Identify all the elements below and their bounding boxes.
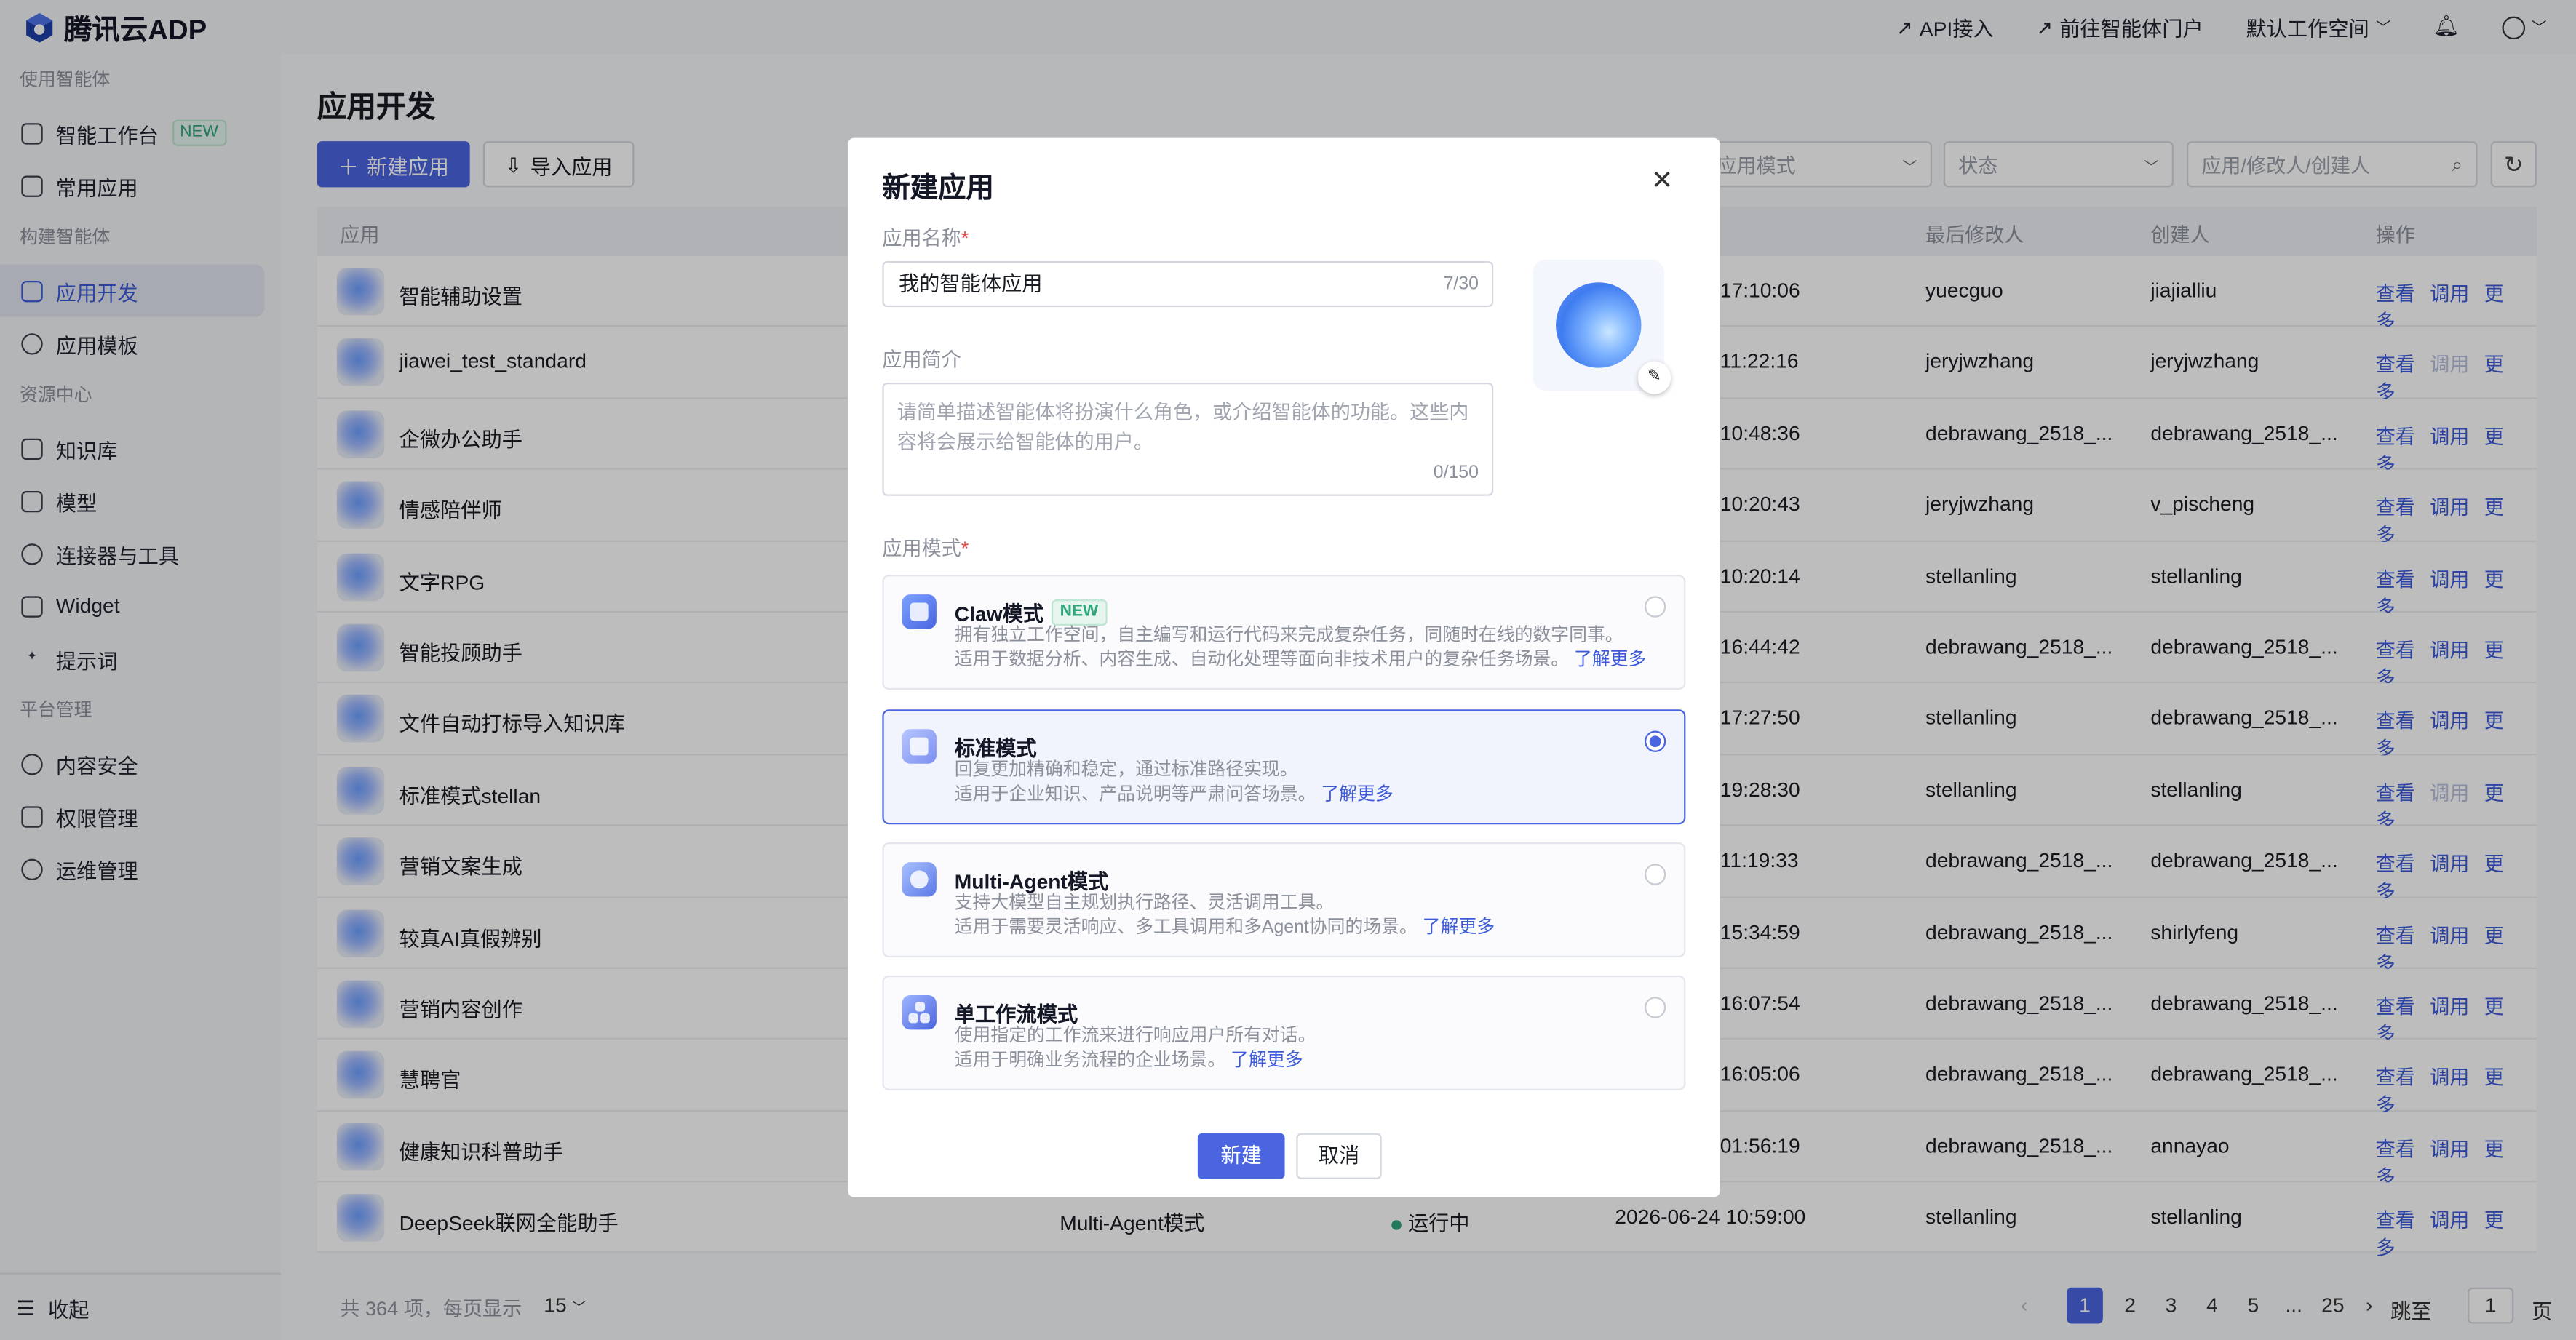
mode-desc-line: 支持大模型自主规划执行路径、灵活调用工具。 [954,893,1335,914]
workflow-mode-icon [902,994,937,1030]
claw-mode-icon [902,594,937,629]
learn-more-link[interactable]: 了解更多 [1321,784,1393,804]
avatar-orb-image [1556,282,1642,368]
mode-label-text: 应用模式 [882,537,961,560]
desc-label: 应用简介 [882,348,961,372]
mode-name: Claw模式 NEW [955,596,1107,627]
required-mark: * [961,226,969,250]
name-label: 应用名称* [882,223,969,251]
mode-desc-line: 回复更加精确和稳定，通过标准路径实现。 [954,760,1298,781]
learn-more-link[interactable]: 了解更多 [1231,1050,1303,1070]
edit-avatar-button[interactable]: ✎ [1637,361,1671,394]
learn-more-link[interactable]: 了解更多 [1423,917,1495,937]
mode-desc: 使用指定的工作流来进行响应用户所有对话。 适用于明确业务流程的企业场景。 了解更多 [955,1025,1316,1072]
desc-char-count: 0/150 [1433,463,1479,483]
mode-desc-line: 适用于明确业务流程的企业场景。 [954,1050,1226,1070]
app-root: 腾讯云ADP ↗ API接入 ↗ 前往智能体门户 默认工作空间 ﹀ 🔔︎ ﹀ 使用智能… [0,0,2576,1340]
close-button[interactable]: ✕ [1651,164,1673,197]
desc-placeholder: 请简单描述智能体将扮演什么角色，或介绍智能体的功能。这些内容将会展示给智能体的用… [897,400,1469,454]
app-avatar-picker[interactable]: ✎ [1533,259,1671,394]
required-mark: * [961,537,969,560]
app-desc-textarea[interactable]: 请简单描述智能体将扮演什么角色，或介绍智能体的功能。这些内容将会展示给智能体的用… [882,382,1494,496]
mode-radio-selected[interactable] [1644,730,1666,752]
mode-desc-line: 使用指定的工作流来进行响应用户所有对话。 [954,1026,1316,1046]
mode-radio[interactable] [1644,864,1666,885]
pencil-icon: ✎ [1647,367,1661,386]
new-app-modal: 新建应用 ✕ 应用名称* 我的智能体应用 7/30 应用简介 请简单描述智能体将扮… [847,137,1720,1197]
mode-desc-line: 适用于数据分析、内容生成、自动化处理等面向非技术用户的复杂任务场景。 [954,649,1570,669]
learn-more-link[interactable]: 了解更多 [1574,650,1646,669]
app-name-value: 我的智能体应用 [898,272,1043,296]
mode-desc: 拥有独立工作空间，自主编写和运行代码来完成复杂任务，同随时在线的数字同事。 适用于… [955,624,1647,671]
mode-label: 应用模式* [882,534,969,562]
mode-option-standard[interactable]: 标准模式 回复更加精确和稳定，通过标准路径实现。 适用于企业知识、产品说明等严肃问… [882,709,1686,825]
mode-desc-line: 适用于需要灵活响应、多工具调用和多Agent协同的场景。 [954,917,1418,937]
mode-name: 单工作流模式 [954,1003,1078,1026]
mode-name: 标准模式 [954,737,1037,761]
app-name-input[interactable]: 我的智能体应用 7/30 [882,260,1494,308]
create-button[interactable]: 新建 [1197,1133,1285,1179]
mode-option-multi-agent[interactable]: Multi-Agent模式 支持大模型自主规划执行路径、灵活调用工具。适用于需要… [882,842,1686,958]
name-char-count: 7/30 [1443,274,1479,295]
multi-agent-mode-icon [902,862,937,897]
mode-radio[interactable] [1644,596,1666,618]
mode-option-workflow[interactable]: 单工作流模式 使用指定的工作流来进行响应用户所有对话。 适用于明确业务流程的企业场… [882,975,1686,1090]
modal-title: 新建应用 [882,172,994,204]
mode-option-claw[interactable]: Claw模式 NEW 拥有独立工作空间，自主编写和运行代码来完成复杂任务，同随时在… [882,575,1686,690]
name-label-text: 应用名称 [882,226,961,250]
cancel-button[interactable]: 取消 [1296,1133,1382,1179]
mode-desc-line: 适用于企业知识、产品说明等严肃问答场景。 [954,783,1316,804]
standard-mode-icon [902,729,937,764]
mode-desc: 回复更加精确和稳定，通过标准路径实现。 适用于企业知识、产品说明等严肃问答场景。 … [955,759,1394,806]
mode-desc: 支持大模型自主规划执行路径、灵活调用工具。适用于需要灵活响应、多工具调用和多Ag… [955,892,1495,939]
new-badge: NEW [1052,598,1107,625]
mode-name-text: Claw模式 [954,602,1044,626]
mode-desc-line: 拥有独立工作空间，自主编写和运行代码来完成复杂任务，同随时在线的数字同事。 [954,626,1623,646]
mode-radio[interactable] [1644,997,1666,1018]
mode-name: Multi-Agent模式 [954,870,1109,894]
close-icon: ✕ [1650,167,1674,196]
